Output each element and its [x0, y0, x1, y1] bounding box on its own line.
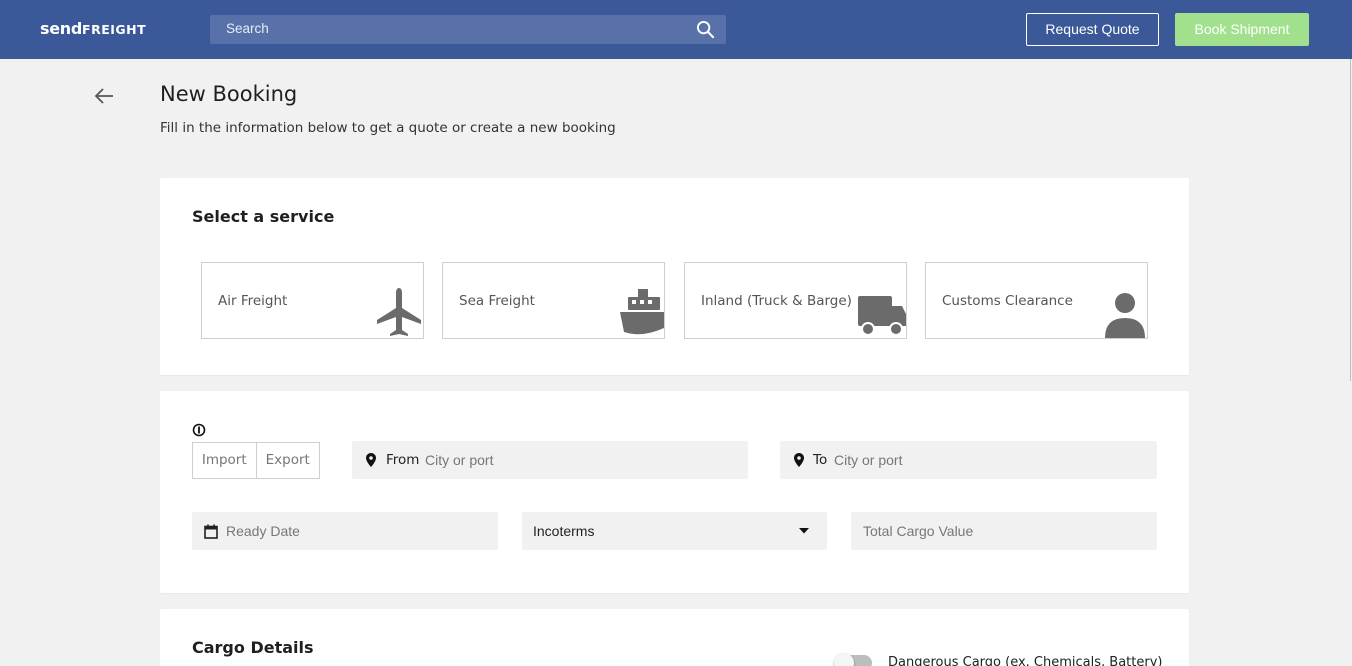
- from-prefix: From: [386, 452, 420, 468]
- logo-text-freight: FREIGHT: [82, 22, 147, 37]
- route-details-card: Import Export From City or port To City …: [160, 391, 1189, 593]
- request-quote-button[interactable]: Request Quote: [1026, 13, 1159, 46]
- cargo-details-card: Cargo Details Dangerous Cargo (ex. Chemi…: [160, 609, 1189, 666]
- to-prefix: To: [813, 452, 828, 468]
- ship-icon: [620, 289, 664, 335]
- dangerous-cargo-toggle[interactable]: [834, 653, 872, 666]
- cargo-details-title: Cargo Details: [192, 638, 314, 657]
- select-service-card: Select a service Air Freight Sea Freight…: [160, 178, 1189, 375]
- import-option[interactable]: Import: [193, 443, 256, 478]
- back-arrow-icon[interactable]: [93, 86, 115, 106]
- service-label: Air Freight: [218, 293, 288, 309]
- to-location-field[interactable]: To City or port: [780, 441, 1157, 479]
- sendfreight-logo[interactable]: sendFREIGHT: [40, 19, 146, 38]
- truck-icon: [858, 296, 906, 336]
- service-label: Sea Freight: [459, 293, 535, 309]
- service-sea-freight[interactable]: Sea Freight: [442, 262, 665, 339]
- service-customs-clearance[interactable]: Customs Clearance: [925, 262, 1148, 339]
- top-navigation-bar: sendFREIGHT Search Request Quote Book Sh…: [0, 0, 1352, 59]
- airplane-icon: [377, 288, 421, 336]
- export-option[interactable]: Export: [255, 443, 320, 478]
- location-pin-icon: [366, 453, 376, 467]
- ready-date-placeholder: Ready Date: [226, 523, 300, 539]
- toggle-knob: [834, 653, 854, 666]
- to-placeholder: City or port: [834, 452, 903, 468]
- service-air-freight[interactable]: Air Freight: [201, 262, 424, 339]
- logo-text-send: send: [40, 19, 83, 38]
- total-cargo-value-placeholder: Total Cargo Value: [863, 523, 974, 539]
- select-service-title: Select a service: [192, 207, 335, 226]
- page-title: New Booking: [160, 82, 298, 106]
- from-location-field[interactable]: From City or port: [352, 441, 748, 479]
- page-subtitle: Fill in the information below to get a q…: [160, 120, 616, 136]
- dropdown-caret-icon: [799, 528, 809, 534]
- service-label: Inland (Truck & Barge): [701, 293, 852, 309]
- book-shipment-button[interactable]: Book Shipment: [1175, 13, 1309, 46]
- ready-date-field[interactable]: Ready Date: [192, 512, 498, 550]
- search-input[interactable]: Search: [210, 15, 726, 44]
- incoterms-select[interactable]: Incoterms: [522, 512, 827, 550]
- info-icon[interactable]: [192, 423, 206, 437]
- location-pin-icon: [794, 453, 804, 467]
- person-icon: [1105, 293, 1145, 338]
- import-export-toggle: Import Export: [192, 442, 320, 479]
- service-label: Customs Clearance: [942, 293, 1073, 309]
- scrollbar[interactable]: [1350, 59, 1351, 381]
- dangerous-cargo-label: Dangerous Cargo (ex. Chemicals, Battery): [888, 655, 1163, 666]
- total-cargo-value-field[interactable]: Total Cargo Value: [851, 512, 1157, 550]
- search-placeholder: Search: [226, 21, 269, 36]
- incoterms-value: Incoterms: [533, 523, 595, 539]
- calendar-icon: [204, 524, 218, 539]
- from-placeholder: City or port: [425, 452, 494, 468]
- search-icon[interactable]: [696, 20, 715, 39]
- service-inland-truck-barge[interactable]: Inland (Truck & Barge): [684, 262, 907, 339]
